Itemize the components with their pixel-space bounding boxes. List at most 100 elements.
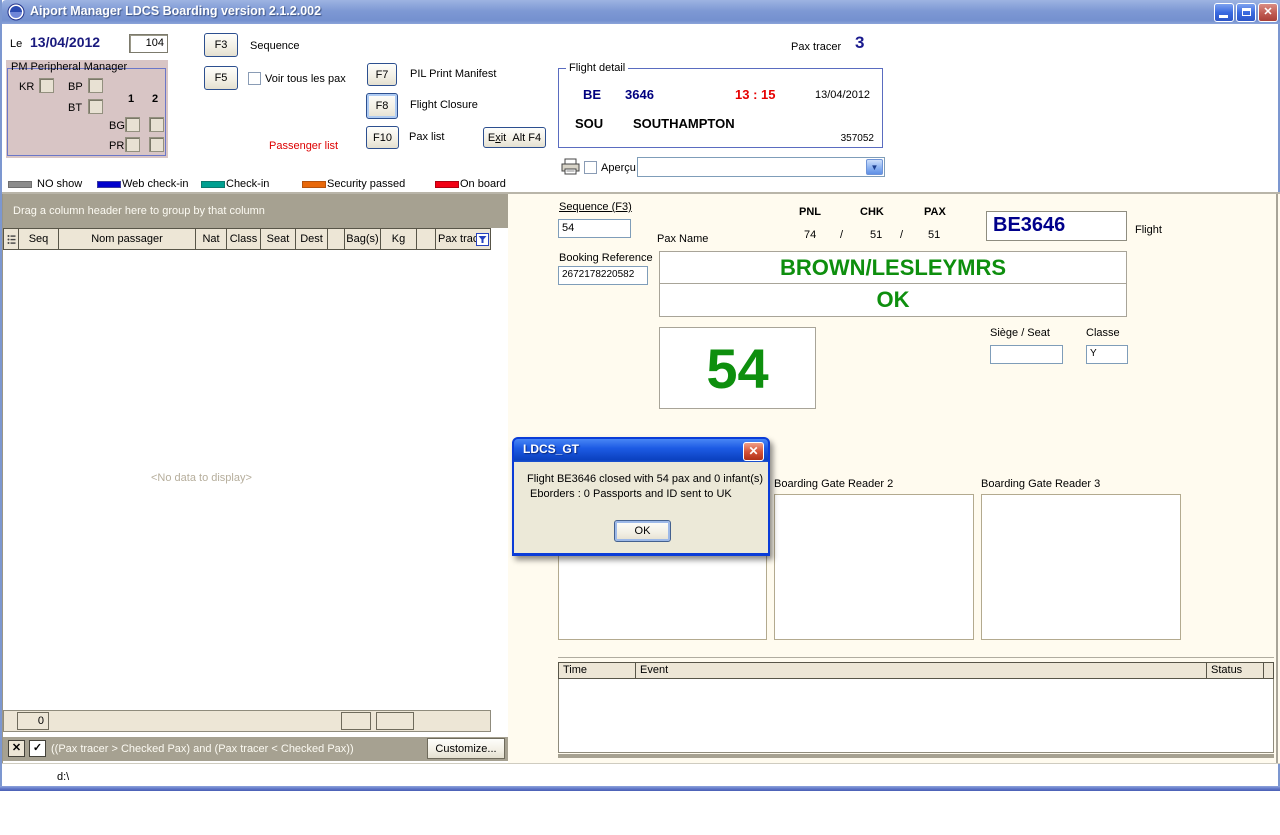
dialog-message-line2: Eborders : 0 Passports and ID sent to UK	[530, 488, 732, 500]
origin-code: SOU	[575, 116, 603, 131]
filter-close-button[interactable]: ✕	[8, 740, 25, 757]
grid-header-row: Seq Nom passager Nat Class Seat Dest Bag…	[3, 228, 508, 250]
event-col-status[interactable]: Status	[1207, 662, 1264, 679]
count-sep-1: /	[840, 229, 843, 241]
bp-checkbox[interactable]	[88, 78, 103, 93]
col-header-dest[interactable]: Dest	[296, 228, 328, 250]
seat-input[interactable]	[990, 345, 1063, 364]
f7-label: PIL Print Manifest	[410, 68, 496, 80]
event-col-time[interactable]: Time	[558, 662, 636, 679]
statusbar-divider	[2, 763, 1280, 764]
restore-button[interactable]	[1236, 3, 1256, 22]
customize-button[interactable]: Customize...	[427, 738, 505, 759]
chk-label: CHK	[860, 206, 884, 218]
group-by-bar[interactable]: Drag a column header here to group by th…	[3, 194, 508, 228]
event-col-event[interactable]: Event	[636, 662, 1207, 679]
legend-swatch-checkin	[201, 181, 225, 188]
filter-icon[interactable]	[476, 233, 489, 246]
filter-enabled-checkbox[interactable]: ✓	[29, 740, 46, 757]
app-window: Aiport Manager LDCS Boarding version 2.1…	[0, 0, 1280, 790]
title-bar: Aiport Manager LDCS Boarding version 2.1…	[2, 0, 1280, 24]
dialog-ok-button[interactable]: OK	[614, 520, 671, 542]
restore-icon	[1242, 8, 1251, 16]
screen: Aiport Manager LDCS Boarding version 2.1…	[0, 0, 1280, 835]
booking-reference-input[interactable]: 2672178220582	[558, 266, 648, 285]
col-header-empty1[interactable]	[328, 228, 345, 250]
boarding-gate-reader-2-label: Boarding Gate Reader 2	[774, 478, 893, 490]
flight-detail-box: Flight detail BE 3646 13 : 15 13/04/2012…	[558, 68, 883, 148]
bg2-checkbox[interactable]	[149, 117, 164, 132]
col-header-empty2[interactable]	[417, 228, 436, 250]
flight-detail-title: Flight detail	[566, 62, 628, 74]
f5-button[interactable]: F5	[204, 66, 238, 90]
bg1-checkbox[interactable]	[125, 117, 140, 132]
chevron-down-icon[interactable]: ▼	[866, 159, 883, 175]
legend-label-checkin: Check-in	[226, 178, 269, 190]
event-table-body	[558, 679, 1274, 753]
pr1-checkbox[interactable]	[125, 137, 140, 152]
col-header-bags[interactable]: Bag(s)	[345, 228, 381, 250]
col-header-class[interactable]: Class	[227, 228, 261, 250]
pr2-checkbox[interactable]	[149, 137, 164, 152]
filter-expression: ((Pax tracer > Checked Pax) and (Pax tra…	[51, 743, 354, 755]
f8-label: Flight Closure	[410, 99, 478, 111]
footer-empty-cell-2	[376, 712, 414, 730]
class-input[interactable]: Y	[1086, 345, 1128, 364]
passenger-grid: Drag a column header here to group by th…	[2, 194, 508, 763]
sequence-input[interactable]: 54	[558, 219, 631, 238]
grid-footer-row: 0	[3, 710, 491, 732]
bp-label: BP	[68, 81, 83, 93]
dialog-message-line1: Flight BE3646 closed with 54 pax and 0 i…	[527, 473, 763, 485]
departure-time: 13 : 15	[735, 87, 775, 102]
dialog-title: LDCS_GT	[523, 442, 579, 456]
no-data-text: <No data to display>	[151, 472, 252, 484]
panel-right-scroll-line	[1276, 194, 1278, 763]
legend-swatch-web	[97, 181, 121, 188]
flight-label: Flight	[1135, 224, 1162, 236]
f7-button[interactable]: F7	[367, 63, 397, 86]
counter-field[interactable]: 104	[129, 34, 168, 53]
printer-icon[interactable]	[561, 158, 580, 175]
legend-label-onboard: On board	[460, 178, 506, 190]
legend-swatch-security	[302, 181, 326, 188]
group-by-hint: Drag a column header here to group by th…	[13, 205, 265, 217]
bt-checkbox[interactable]	[88, 99, 103, 114]
count-sep-2: /	[900, 229, 903, 241]
peripheral-manager-title: PM Peripheral Manager	[11, 61, 127, 73]
event-table-bottom-edge	[558, 754, 1274, 758]
dialog-close-button[interactable]: ✕	[743, 442, 764, 461]
kr-label: KR	[19, 81, 34, 93]
col-header-kg[interactable]: Kg	[381, 228, 417, 250]
minimize-button[interactable]	[1214, 3, 1234, 22]
col-header-nom-passager[interactable]: Nom passager	[59, 228, 196, 250]
voir-tous-checkbox[interactable]	[248, 72, 261, 85]
pax-value: 51	[928, 229, 940, 241]
report-combobox[interactable]: ▼	[637, 157, 885, 177]
f3-button[interactable]: F3	[204, 33, 238, 57]
pnl-label: PNL	[799, 206, 821, 218]
apercu-checkbox[interactable]	[584, 161, 597, 174]
flight-input[interactable]: BE3646	[986, 211, 1127, 241]
date-prefix-label: Le	[10, 38, 22, 50]
col-header-seq[interactable]: Seq	[19, 228, 59, 250]
boarding-gate-reader-3-box	[981, 494, 1181, 640]
col-header-pax-tracer[interactable]: Pax tracer	[436, 228, 491, 250]
pax-tracer-label: Pax tracer	[791, 41, 841, 53]
f10-button[interactable]: F10	[366, 126, 399, 149]
close-icon: ✕	[748, 444, 758, 458]
ldcs-gt-dialog: LDCS_GT ✕ Flight BE3646 closed with 54 p…	[512, 437, 770, 556]
kr-checkbox[interactable]	[39, 78, 54, 93]
f10-label: Pax list	[409, 131, 444, 143]
legend-label-security: Security passed	[327, 178, 405, 190]
close-button[interactable]: ✕	[1258, 3, 1278, 22]
big-sequence-value: 54	[706, 336, 768, 401]
dialog-title-bar: LDCS_GT ✕	[514, 439, 768, 462]
column1-label: 1	[128, 93, 134, 105]
voir-tous-label: Voir tous les pax	[265, 73, 346, 85]
col-header-nat[interactable]: Nat	[196, 228, 227, 250]
exit-button[interactable]: Exit Alt F4	[483, 127, 546, 148]
col-header-seat[interactable]: Seat	[261, 228, 296, 250]
chk-value: 51	[870, 229, 882, 241]
seat-label: Siège / Seat	[990, 327, 1050, 339]
f8-button[interactable]: F8	[366, 93, 398, 119]
